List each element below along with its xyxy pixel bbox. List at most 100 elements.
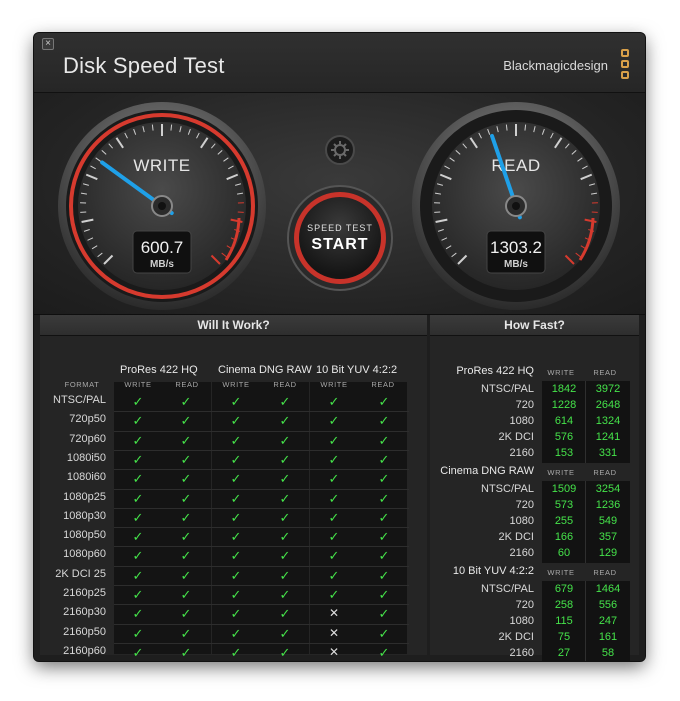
check-icon: ✓ xyxy=(378,644,390,660)
speed-row-label: 1080 xyxy=(509,615,534,627)
gauge-tick xyxy=(524,124,527,131)
check-icon: ✓ xyxy=(328,413,340,429)
check-icon: ✓ xyxy=(378,394,390,409)
speed-read-value: 3972 xyxy=(595,383,621,395)
check-icon: ✓ xyxy=(230,625,242,641)
check-icon: ✓ xyxy=(279,587,291,602)
check-icon: ✓ xyxy=(328,567,340,583)
check-icon: ✓ xyxy=(132,644,144,660)
speed-read-value: 58 xyxy=(601,647,615,659)
cross-icon: ✕ xyxy=(328,644,340,659)
group-title: ProRes 422 HQ xyxy=(120,364,198,376)
format-label: 720p60 xyxy=(69,432,106,445)
check-icon: ✓ xyxy=(378,529,390,545)
speed-group-title: ProRes 422 HQ xyxy=(456,365,534,377)
check-icon: ✓ xyxy=(230,451,242,467)
check-icon: ✓ xyxy=(230,394,242,409)
speed-row-label: NTSC/PAL xyxy=(481,383,534,395)
speed-write-value: 75 xyxy=(557,631,571,643)
speed-read-value: 161 xyxy=(598,631,618,643)
format-label: NTSC/PAL xyxy=(53,394,106,406)
format-label: 1080p30 xyxy=(63,509,106,522)
app-title: Disk Speed Test xyxy=(63,53,225,78)
check-icon: ✓ xyxy=(328,548,340,564)
brand-logo-icon xyxy=(619,49,631,83)
gauge-tick xyxy=(151,124,154,131)
how-fast-panel: How Fast? ProRes 422 HQ WRITE READ NTSC/PAL… xyxy=(430,315,639,661)
cross-icon: ✕ xyxy=(328,606,340,621)
speed-write-value: 1842 xyxy=(551,383,577,395)
speed-read-value: 1241 xyxy=(595,431,621,443)
speed-row-label: 2K DCI xyxy=(498,431,534,443)
check-icon: ✓ xyxy=(279,529,291,545)
check-icon: ✓ xyxy=(180,548,192,564)
check-icon: ✓ xyxy=(180,606,192,622)
check-icon: ✓ xyxy=(180,490,192,506)
speed-row-label: 720 xyxy=(515,399,534,411)
check-icon: ✓ xyxy=(279,644,291,660)
how-fast-title: How Fast? xyxy=(430,315,639,336)
speed-read-value: 1236 xyxy=(595,499,621,511)
check-icon: ✓ xyxy=(378,471,390,487)
speed-row-label: 2K DCI xyxy=(498,531,534,543)
check-icon: ✓ xyxy=(328,587,340,602)
speed-row-label: NTSC/PAL xyxy=(481,583,534,595)
speed-column-subheader: WRITE xyxy=(547,368,575,377)
column-subheader: WRITE xyxy=(320,380,348,389)
read-gauge: READ 1303.2 MB/s xyxy=(412,102,620,310)
check-icon: ✓ xyxy=(328,451,340,467)
check-icon: ✓ xyxy=(378,451,390,467)
close-button[interactable]: × xyxy=(42,38,54,50)
speed-read-value: 2648 xyxy=(595,399,621,411)
format-label: 2K DCI 25 xyxy=(55,567,106,580)
check-icon: ✓ xyxy=(230,509,242,525)
check-icon: ✓ xyxy=(378,509,390,525)
check-icon: ✓ xyxy=(230,471,242,487)
speed-column-divider xyxy=(585,581,586,661)
check-icon: ✓ xyxy=(279,471,291,487)
check-icon: ✓ xyxy=(132,413,144,429)
start-button[interactable]: SPEED TEST START xyxy=(287,185,393,291)
check-icon: ✓ xyxy=(230,587,242,602)
check-icon: ✓ xyxy=(132,394,144,409)
check-icon: ✓ xyxy=(279,490,291,506)
gear-icon[interactable] xyxy=(325,135,355,165)
format-label: 2160p50 xyxy=(63,625,106,638)
speed-read-value: 247 xyxy=(598,615,618,627)
check-icon: ✓ xyxy=(328,490,340,506)
format-label: 2160p60 xyxy=(63,644,106,657)
column-subheader: READ xyxy=(175,380,199,389)
format-column-header: FORMAT xyxy=(64,380,100,389)
speed-write-value: 614 xyxy=(554,415,574,427)
speed-read-value: 549 xyxy=(598,515,618,527)
check-icon: ✓ xyxy=(279,413,291,429)
speed-read-value: 1464 xyxy=(595,583,621,595)
check-icon: ✓ xyxy=(132,529,144,545)
check-icon: ✓ xyxy=(180,394,192,409)
speed-read-value: 357 xyxy=(598,531,618,543)
check-icon: ✓ xyxy=(132,548,144,564)
format-label: 1080p50 xyxy=(63,529,106,542)
speed-column-subheader: READ xyxy=(593,368,617,377)
speed-column-divider xyxy=(585,381,586,463)
check-icon: ✓ xyxy=(328,471,340,487)
group-title: 10 Bit YUV 4:2:2 xyxy=(316,364,398,376)
gauge-tick xyxy=(505,124,508,131)
check-icon: ✓ xyxy=(180,413,192,429)
check-icon: ✓ xyxy=(328,529,340,545)
speed-write-value: 573 xyxy=(554,499,574,511)
check-icon: ✓ xyxy=(132,490,144,506)
speed-row-label: 720 xyxy=(515,599,534,611)
check-icon: ✓ xyxy=(279,394,291,409)
speed-write-value: 255 xyxy=(554,515,574,527)
group-title: Cinema DNG RAW xyxy=(218,364,312,376)
check-icon: ✓ xyxy=(230,644,242,660)
results-area: Will It Work? ProRes 422 HQ WRITE READ Cine… xyxy=(34,315,645,661)
check-icon: ✓ xyxy=(230,606,242,622)
speed-row-label: 720 xyxy=(515,499,534,511)
check-icon: ✓ xyxy=(230,529,242,545)
check-icon: ✓ xyxy=(132,432,144,448)
check-icon: ✓ xyxy=(279,625,291,641)
format-label: 720p50 xyxy=(69,413,106,426)
check-icon: ✓ xyxy=(230,548,242,564)
